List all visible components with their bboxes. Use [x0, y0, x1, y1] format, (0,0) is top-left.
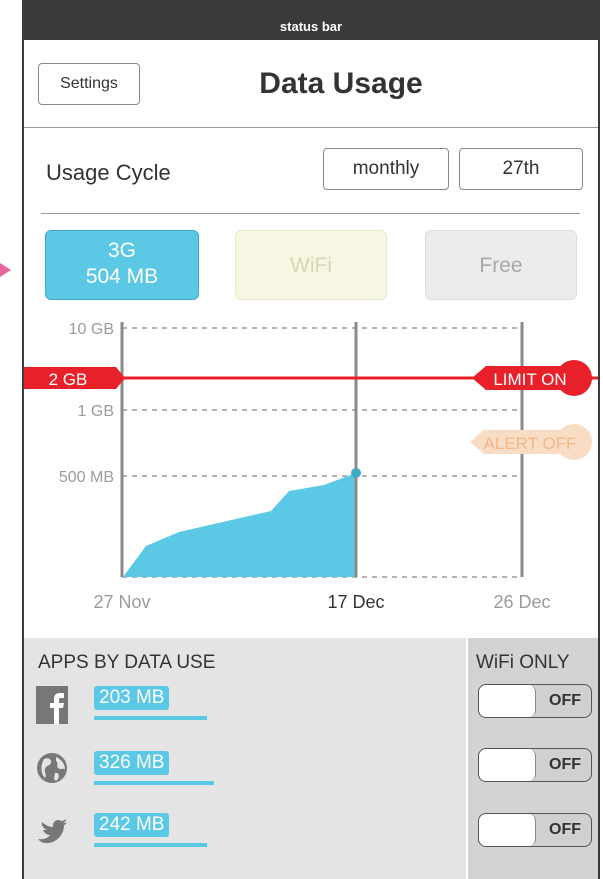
cycle-divider — [41, 213, 580, 214]
page-title: Data Usage — [259, 67, 423, 100]
y-tick-500mb: 500 MB — [59, 469, 114, 486]
wifi-only-toggle-facebook[interactable]: OFF — [478, 684, 592, 718]
current-usage-point — [351, 468, 361, 478]
toggle-knob — [479, 814, 536, 846]
selection-pointer — [0, 263, 11, 277]
usage-area — [123, 473, 356, 577]
apps-panel: APPS BY DATA USE 203 MB 326 MB 242 MB — [24, 638, 466, 879]
x-tick-start: 27 Nov — [93, 592, 150, 612]
x-tick-current: 17 Dec — [327, 592, 384, 612]
status-bar: status bar — [24, 0, 598, 40]
app-row-facebook[interactable]: 203 MB — [24, 686, 466, 736]
app-usage-value: 326 MB — [94, 751, 170, 775]
globe-icon — [37, 753, 67, 783]
wifi-only-title: WiFi ONLY — [476, 652, 570, 673]
app-usage-bar — [94, 781, 214, 785]
y-tick-10gb: 10 GB — [69, 321, 114, 338]
twitter-icon — [38, 819, 67, 844]
usage-cycle-label: Usage Cycle — [46, 160, 171, 185]
app-usage-value: 203 MB — [94, 686, 170, 710]
toggle-state-label: OFF — [549, 756, 581, 773]
app-usage-value: 242 MB — [94, 813, 170, 837]
apps-title: APPS BY DATA USE — [38, 652, 216, 673]
header-divider — [24, 127, 598, 128]
y-tick-1gb: 1 GB — [78, 403, 114, 420]
app-row-browser[interactable]: 326 MB — [24, 751, 466, 801]
toggle-state-label: OFF — [549, 821, 581, 838]
usage-chart: 10 GB 1 GB 500 MB 2 GB LIMIT ON ALERT OF… — [24, 321, 598, 612]
cycle-day-button[interactable]: 27th — [459, 148, 583, 190]
tab-wifi[interactable]: WiFi — [235, 230, 387, 300]
app-usage-bar — [94, 843, 207, 847]
limit-value-label: 2 GB — [49, 370, 88, 389]
toggle-state-label: OFF — [549, 692, 581, 709]
facebook-icon — [36, 686, 68, 724]
app-usage-bar — [94, 716, 207, 720]
tab-3g-value: 504 MB — [85, 265, 159, 288]
tab-3g[interactable]: 3G 504 MB — [45, 230, 199, 300]
toggle-knob — [479, 685, 536, 717]
tab-3g-label: 3G — [107, 239, 136, 262]
wifi-only-toggle-twitter[interactable]: OFF — [478, 813, 592, 847]
app-row-twitter[interactable]: 242 MB — [24, 813, 466, 863]
limit-on-label: LIMIT ON — [493, 370, 566, 389]
alert-off-label: ALERT OFF — [484, 434, 577, 453]
phone-screen: status bar Settings Data Usage Usage Cyc… — [22, 0, 600, 879]
toggle-knob — [479, 749, 536, 781]
tab-free[interactable]: Free — [425, 230, 577, 300]
x-tick-end: 26 Dec — [493, 592, 550, 612]
wifi-only-panel: WiFi ONLY OFF OFF OFF — [466, 638, 598, 879]
wifi-only-toggle-browser[interactable]: OFF — [478, 748, 592, 782]
cycle-period-button[interactable]: monthly — [323, 148, 449, 190]
